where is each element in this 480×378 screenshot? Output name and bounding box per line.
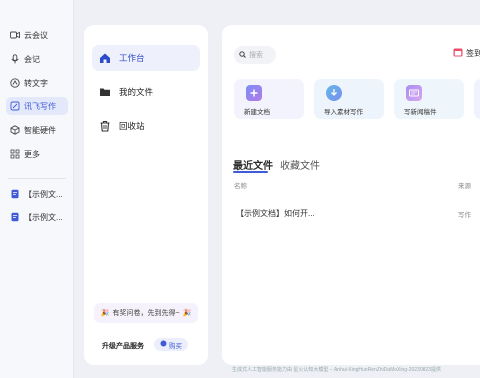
- rail-item-hardware[interactable]: 智能硬件: [6, 121, 68, 139]
- tab-recent-files[interactable]: 最近文件: [233, 157, 273, 172]
- trash-icon: [99, 120, 111, 132]
- new-document-icon: [246, 85, 262, 101]
- column-header-name: 名称: [234, 183, 247, 190]
- rail-item-meeting[interactable]: 云会议: [6, 26, 68, 44]
- rail-item-transcribe[interactable]: 转文字: [6, 74, 68, 92]
- party-popper-icon: 🎉: [182, 310, 192, 317]
- coin-icon: [160, 340, 167, 349]
- survey-promo-banner[interactable]: 🎉 有奖问卷，先到先得~ 🎉: [94, 303, 198, 323]
- rail-item-label: 云会议: [24, 30, 48, 40]
- promo-text: 有奖问卷，先到先得~: [112, 310, 180, 317]
- nav-item-label: 我的文件: [119, 87, 154, 97]
- rail-doc-label: 【示例文...: [24, 189, 63, 199]
- buy-button[interactable]: 购买: [154, 338, 188, 351]
- mic-icon: [10, 54, 20, 64]
- rail-doc-item[interactable]: 【示例文...: [6, 208, 68, 226]
- table-row[interactable]: 【示例文档】如何开... 写作: [233, 203, 480, 223]
- grid-icon: [10, 149, 20, 159]
- buy-button-label: 购买: [169, 342, 182, 350]
- nav-item-label: 工作台: [119, 53, 145, 63]
- card-new-document[interactable]: 新建文档: [234, 79, 304, 119]
- rail-item-label: 会记: [24, 54, 40, 64]
- rail-item-label: 转文字: [24, 78, 48, 88]
- document-icon: [10, 212, 20, 222]
- search-input[interactable]: 搜索: [234, 46, 276, 64]
- card-partial[interactable]: [474, 79, 480, 119]
- rail-item-notes[interactable]: 会记: [6, 50, 68, 68]
- nav-item-my-files[interactable]: 我的文件: [92, 79, 200, 105]
- party-popper-icon: 🎉: [100, 310, 110, 317]
- card-label: 新建文档: [244, 109, 270, 116]
- file-source: 写作: [458, 212, 471, 219]
- tab-underline: [233, 171, 268, 173]
- import-icon: [326, 85, 342, 101]
- rail-item-label: 更多: [24, 149, 40, 159]
- card-label: 导入素材写作: [324, 109, 363, 116]
- nav-item-trash[interactable]: 回收站: [92, 113, 200, 139]
- card-import-material[interactable]: 导入素材写作: [314, 79, 384, 119]
- document-icon: [10, 189, 20, 199]
- file-name: 【示例文档】如何开...: [236, 209, 315, 218]
- upgrade-label: 升级产品服务: [102, 343, 144, 350]
- folder-icon: [99, 86, 111, 98]
- nav-item-label: 回收站: [119, 121, 145, 131]
- card-label: 写新闻稿件: [404, 109, 437, 116]
- signin-button[interactable]: 签到: [453, 47, 480, 59]
- rail-doc-item[interactable]: 【示例文...: [6, 185, 68, 203]
- search-placeholder: 搜索: [249, 52, 263, 59]
- main-panel: 搜索 签到 新建文档 导入素材写作 写新闻稿件 最近文件 收藏文件 名称 来源 …: [222, 25, 480, 365]
- column-header-source: 来源: [458, 183, 471, 190]
- left-rail: 云会议 会记 转文字 讯飞写作 智能硬件 更多 【示例文... 【示例文...: [0, 0, 74, 378]
- rail-item-more[interactable]: 更多: [6, 145, 68, 163]
- card-news-article[interactable]: 写新闻稿件: [394, 79, 464, 119]
- hardware-icon: [10, 125, 20, 135]
- tab-favorite-files[interactable]: 收藏文件: [280, 157, 320, 172]
- rail-item-writing[interactable]: 讯飞写作: [6, 97, 68, 115]
- search-icon: [239, 50, 246, 60]
- rail-divider: [8, 178, 66, 179]
- rail-doc-label: 【示例文...: [24, 212, 63, 222]
- home-icon: [99, 52, 111, 64]
- news-icon: [406, 85, 422, 101]
- signin-label: 签到: [466, 48, 480, 58]
- footer-disclaimer: 生成式人工智能服务能力由 星火认知大模型 – Anhui-XingHuoRenZ…: [232, 367, 441, 373]
- write-icon: [10, 101, 20, 111]
- rail-item-label: 智能硬件: [24, 125, 56, 135]
- transcribe-icon: [10, 78, 20, 88]
- secondary-nav: 工作台 我的文件 回收站 🎉 有奖问卷，先到先得~ 🎉 升级产品服务 购买: [84, 25, 208, 365]
- nav-item-workbench[interactable]: 工作台: [92, 45, 200, 71]
- rail-item-label: 讯飞写作: [24, 101, 56, 111]
- calendar-icon: [453, 47, 463, 59]
- video-icon: [10, 30, 20, 40]
